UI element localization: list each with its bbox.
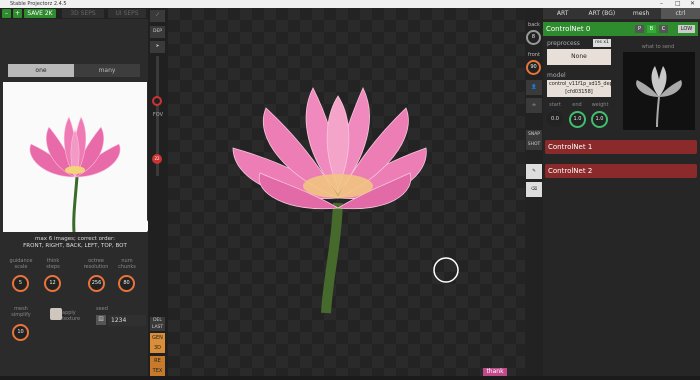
front-label: front bbox=[528, 52, 540, 58]
controlnet-preview[interactable] bbox=[623, 52, 695, 130]
model-label: model bbox=[547, 72, 566, 79]
num-chunks-label: num chunks bbox=[118, 258, 136, 270]
apply-texture-label: apply texture bbox=[62, 310, 81, 322]
tab-art-bg[interactable]: ART (BG) bbox=[582, 8, 621, 19]
image-mode-tabs: one many bbox=[8, 64, 140, 77]
glasses-icon[interactable]: ∞ bbox=[526, 98, 542, 113]
preprocess-label: preprocess bbox=[547, 40, 580, 47]
tab-many[interactable]: many bbox=[74, 64, 140, 77]
tab-mesh[interactable]: mesh bbox=[622, 8, 661, 19]
gen-3d-button[interactable]: GEN 3D bbox=[150, 333, 165, 353]
start-knob[interactable]: 0.0 bbox=[547, 111, 563, 127]
user-icon[interactable]: 👤 bbox=[526, 80, 542, 95]
save-2k-button[interactable]: SAVE 2K bbox=[24, 9, 56, 18]
dice-icon[interactable]: ⚄ bbox=[96, 315, 106, 325]
fov-label: FOV bbox=[152, 112, 164, 118]
title-bar: Stable Projectorz 2.4.5 – □ ✕ bbox=[0, 0, 700, 8]
controlnet-1-header[interactable]: ControlNet 1 bbox=[545, 140, 697, 154]
minus-button[interactable]: – bbox=[2, 9, 11, 18]
lotus-thumbnail-image bbox=[29, 116, 121, 233]
hint-line-2: FRONT, RIGHT, BACK, LEFT, TOP, BOT bbox=[23, 243, 127, 249]
back-knob[interactable]: 8 bbox=[526, 30, 541, 45]
octree-resolution-label: octree resolution bbox=[83, 258, 109, 270]
think-steps-knob[interactable]: 12 bbox=[44, 275, 61, 292]
tab-art[interactable]: ART bbox=[543, 8, 582, 19]
guidance-scale-label: guidance scale bbox=[9, 258, 33, 270]
res-multiplier-button[interactable]: res x1 bbox=[593, 39, 611, 47]
brush-icon[interactable]: ✎ bbox=[526, 164, 542, 179]
seed-label: seed bbox=[96, 306, 108, 312]
right-tabs: ART ART (BG) mesh ctrl bbox=[543, 8, 700, 19]
apply-texture-checkbox[interactable] bbox=[50, 308, 62, 320]
image-order-hint: max 6 images; correct order: FRONT, RIGH… bbox=[3, 236, 147, 250]
controlnet-0-title: ControlNet 0 bbox=[546, 25, 591, 33]
start-label: start bbox=[549, 102, 561, 108]
save-ui-seps-button[interactable]: UI SEPS bbox=[108, 9, 146, 18]
back-label: back bbox=[528, 22, 540, 28]
p-toggle[interactable]: P bbox=[635, 25, 644, 33]
front-knob[interactable]: 90 bbox=[526, 60, 541, 75]
lotus-3d-model bbox=[232, 87, 459, 314]
camera-tool-strip: back 8 front 90 👤 ∞ SNAP SHOT ✎ ⌫ bbox=[525, 8, 543, 376]
window-title: Stable Projectorz 2.4.5 bbox=[10, 1, 67, 7]
eraser-icon[interactable]: ⌫ bbox=[526, 182, 542, 197]
end-label: end bbox=[572, 102, 582, 108]
depth-button[interactable]: DEP bbox=[150, 26, 165, 38]
snapshot-button[interactable]: SNAP SHOT bbox=[526, 130, 542, 150]
tab-ctrl[interactable]: ctrl bbox=[660, 8, 700, 19]
b-toggle[interactable]: B bbox=[647, 25, 656, 33]
lotus-depth-preview bbox=[636, 66, 682, 128]
minimize-button[interactable]: – bbox=[660, 0, 663, 8]
tab-one[interactable]: one bbox=[8, 64, 74, 77]
end-knob[interactable]: 1.0 bbox=[569, 111, 586, 128]
close-button[interactable]: ✕ bbox=[690, 0, 695, 8]
plus-button[interactable]: + bbox=[13, 9, 22, 18]
model-dropdown[interactable]: control_v11f1p_sd15_depth [cfd03158] bbox=[547, 80, 611, 97]
thank-button[interactable]: thank bbox=[483, 368, 507, 376]
maximize-button[interactable]: □ bbox=[675, 0, 681, 8]
guidance-scale-knob[interactable]: 5 bbox=[12, 275, 29, 292]
c-toggle[interactable]: C bbox=[659, 25, 668, 33]
fov-value-handle[interactable]: 22 bbox=[152, 154, 162, 164]
hint-line-1: max 6 images; correct order: bbox=[34, 236, 115, 242]
controlnet-0-header[interactable]: ControlNet 0 P B C LOW bbox=[543, 22, 698, 36]
think-steps-label: think steps bbox=[46, 258, 60, 270]
cursor-icon[interactable]: ➤ bbox=[150, 41, 165, 53]
weight-knob[interactable]: 1.0 bbox=[591, 111, 608, 128]
fov-slider-handle[interactable] bbox=[152, 96, 162, 106]
perspective-icon[interactable]: ⟋ bbox=[150, 10, 165, 22]
low-toggle[interactable]: LOW bbox=[678, 25, 695, 33]
what-to-send-label: what to send bbox=[641, 44, 675, 50]
mesh-simplify-knob[interactable]: 10 bbox=[12, 324, 29, 341]
3d-viewport[interactable]: thank bbox=[168, 8, 525, 376]
controlnet-2-header[interactable]: ControlNet 2 bbox=[545, 164, 697, 178]
preprocess-dropdown[interactable]: None bbox=[547, 49, 611, 65]
save-3d-seps-button[interactable]: 3D SEPS bbox=[62, 9, 104, 18]
octree-resolution-knob[interactable]: 256 bbox=[88, 275, 105, 292]
weight-label: weight bbox=[591, 102, 609, 108]
del-last-button[interactable]: DEL LAST bbox=[150, 317, 165, 331]
mesh-simplify-label: mesh simplify bbox=[11, 306, 31, 318]
seed-input[interactable]: 1234 bbox=[108, 315, 146, 326]
right-panel: ART ART (BG) mesh ctrl ControlNet 0 P B … bbox=[543, 8, 700, 376]
top-toolbar: – + SAVE 2K 3D SEPS UI SEPS bbox=[0, 8, 148, 19]
num-chunks-knob[interactable]: 80 bbox=[118, 275, 135, 292]
vertical-tool-strip: ⟋ DEP ➤ FOV 22 DEL LAST GEN 3D RE TEX bbox=[148, 8, 168, 376]
left-panel: – + SAVE 2K 3D SEPS UI SEPS one many max… bbox=[0, 8, 166, 376]
retex-button[interactable]: RE TEX bbox=[150, 356, 165, 376]
input-image-preview[interactable] bbox=[3, 82, 147, 233]
